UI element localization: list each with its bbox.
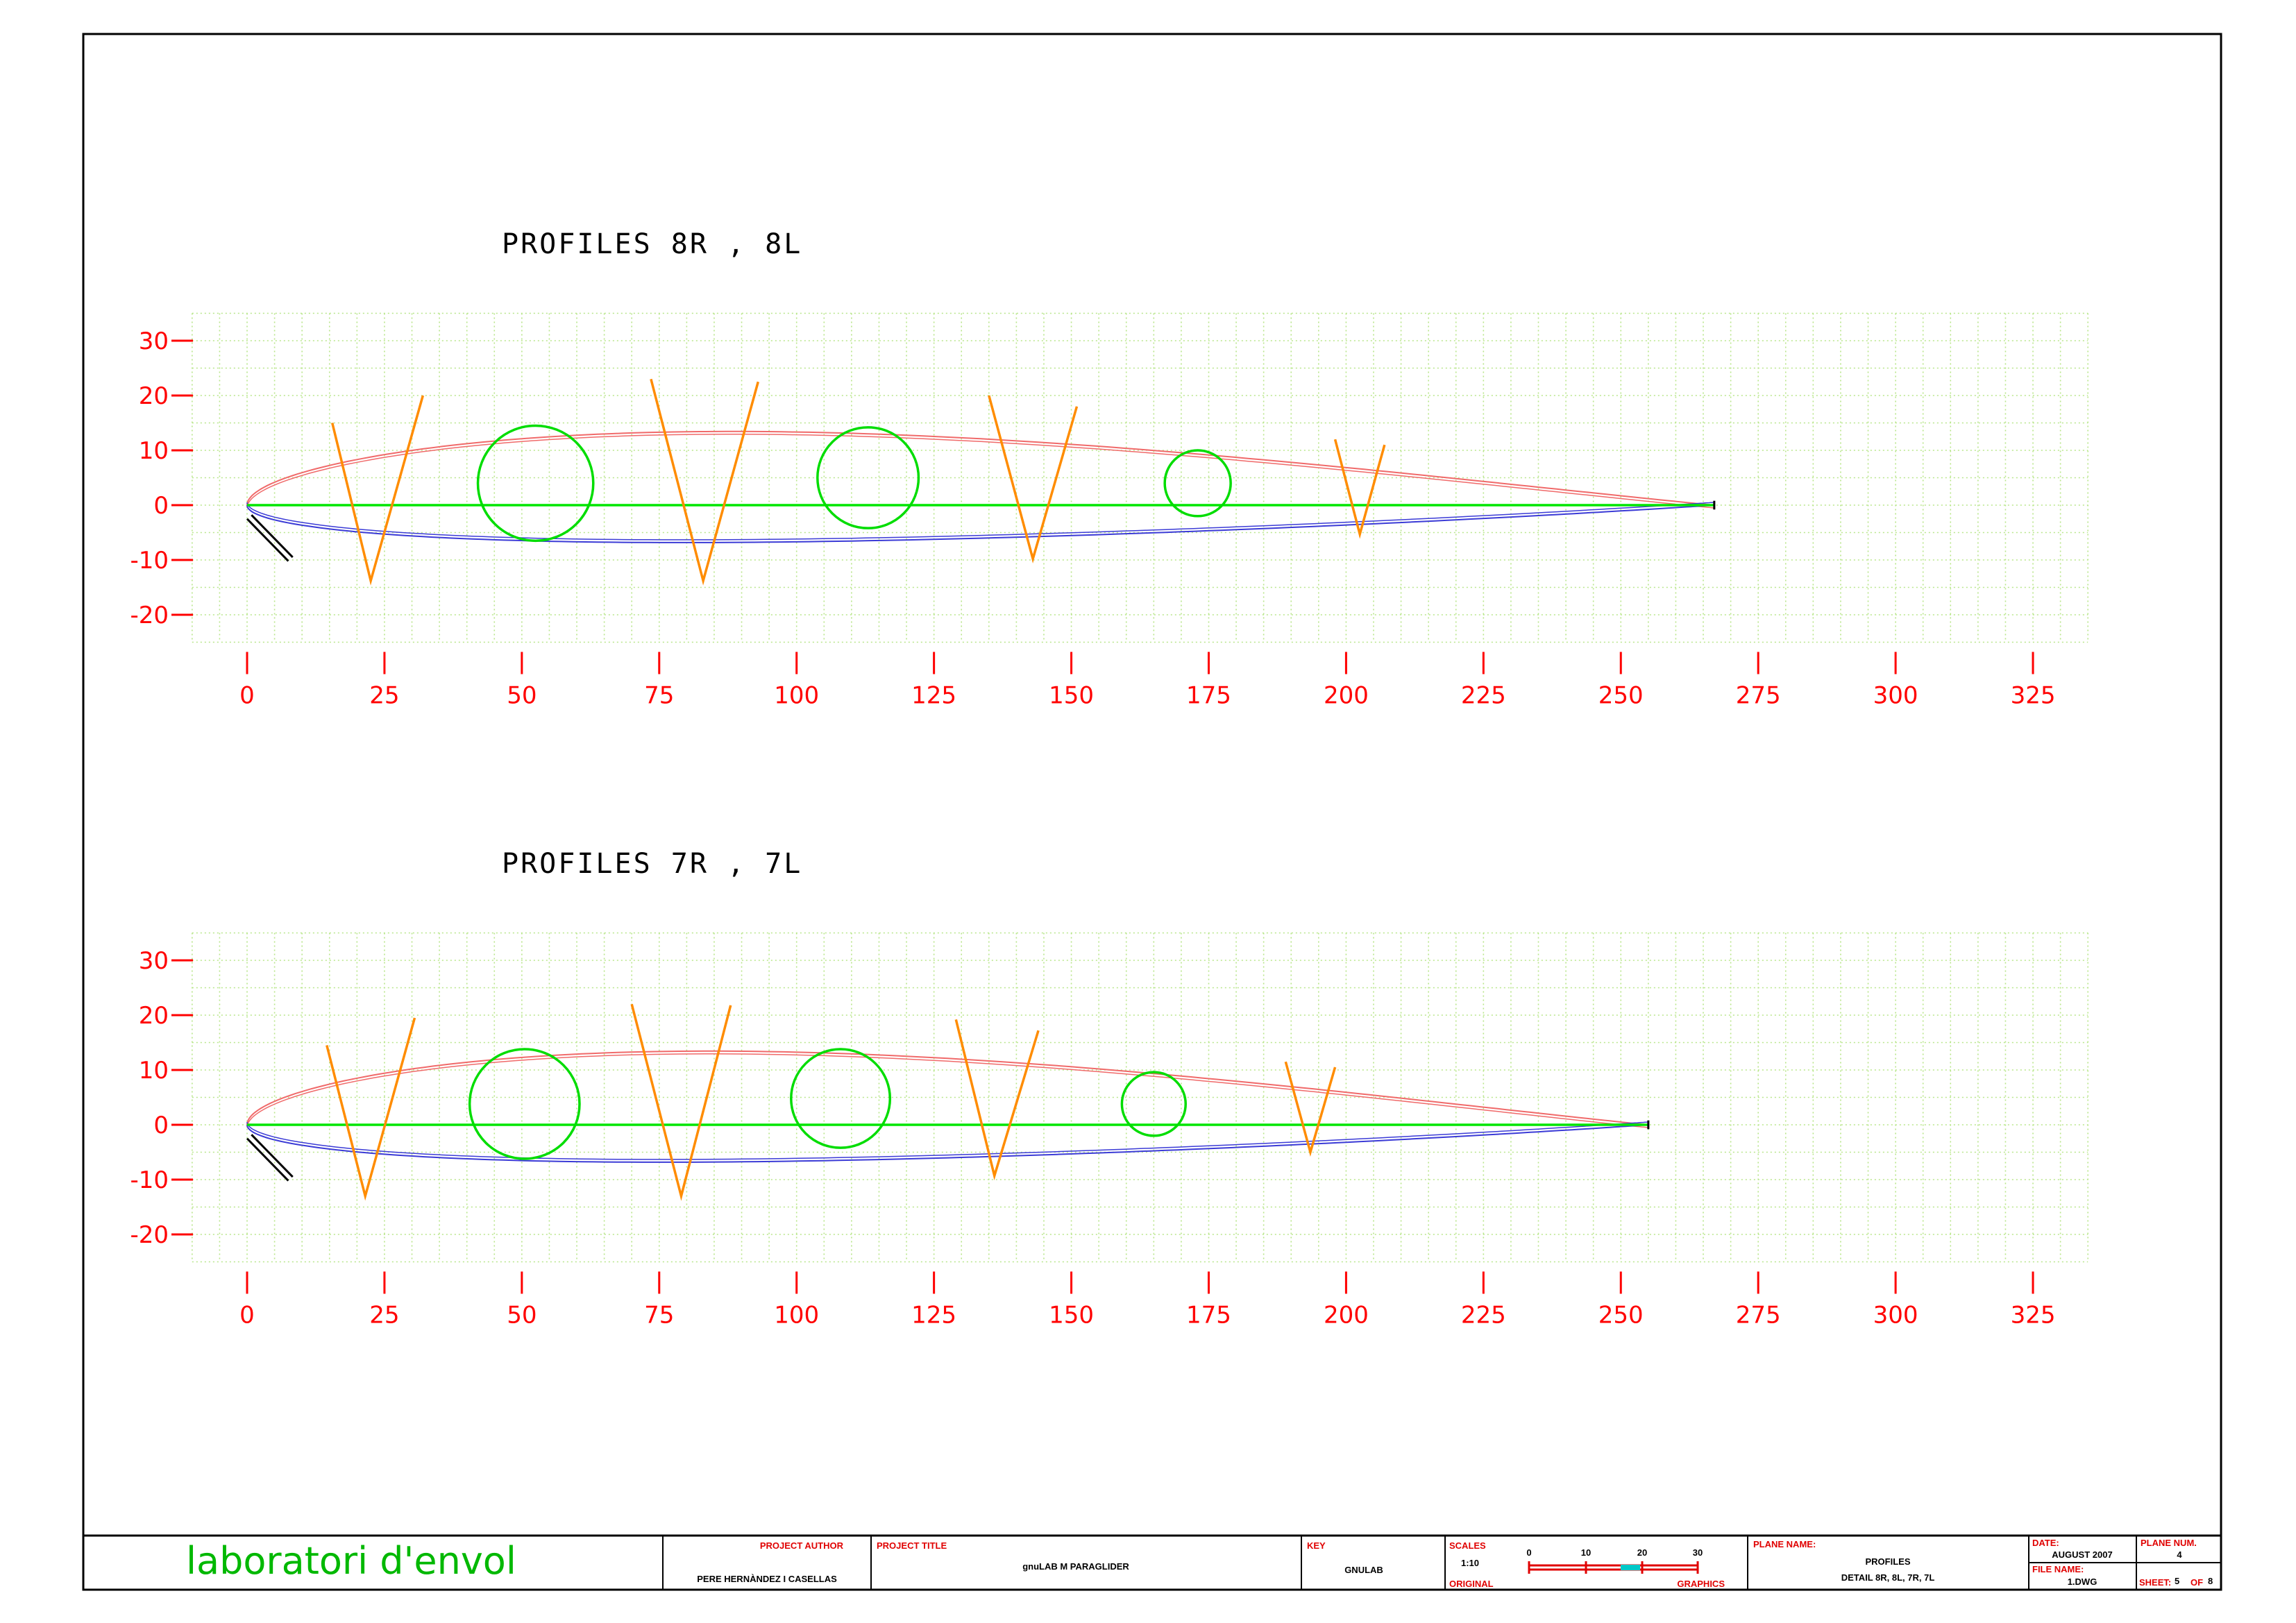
x-tick-label: 150 (1049, 1302, 1094, 1329)
drawing-sheet: PROFILES 8R , 8L 3020100-10-20 0 25 50 75 10… (82, 33, 2222, 1591)
plane-name-line-1: PROFILES (1865, 1556, 1910, 1567)
x-tick-label: 125 (911, 1302, 956, 1329)
upper-surface-outer (246, 1050, 1648, 1125)
air-intake-line (251, 1134, 294, 1178)
x-tick-label: 175 (1186, 1302, 1231, 1329)
x-tick-label: 325 (2011, 682, 2056, 710)
y-tick-label: 10 (139, 1057, 169, 1085)
file-name-value: 1.DWG (2068, 1577, 2097, 1587)
x-tick-label: 275 (1736, 1302, 1781, 1329)
x-tick-label: 225 (1461, 682, 1506, 710)
vent-hole-circle (468, 1048, 581, 1160)
x-tick-label: 200 (1324, 1302, 1369, 1329)
x-tick-label: 50 (507, 682, 537, 710)
x-tick-label: 25 (369, 682, 399, 710)
x-tick-label: 25 (369, 1302, 399, 1329)
y-tick-label: 20 (139, 1002, 169, 1030)
profile-title: PROFILES 8R , 8L (502, 228, 802, 260)
x-tick-label: 75 (644, 1302, 674, 1329)
brand-logo-text: laboratori d'envol (186, 1539, 516, 1583)
scale-value: 1:10 (1461, 1558, 1479, 1568)
author-value: PERE HERNÀNDEZ I CASELLAS (697, 1574, 837, 1584)
project-title-value: gnuLAB M PARAGLIDER (1022, 1561, 1129, 1572)
key-value: GNULAB (1344, 1565, 1383, 1575)
x-tick-label: 0 (239, 1302, 255, 1329)
air-intake-line (251, 514, 294, 559)
project-title-label: PROJECT TITLE (877, 1540, 947, 1551)
x-tick-label: 100 (774, 1302, 819, 1329)
key-label: KEY (1307, 1540, 1326, 1551)
x-tick-label: 325 (2011, 1302, 2056, 1329)
y-tick-label: 30 (139, 947, 169, 975)
y-axis-labels: 30 20 10 0 -10 -20 (130, 947, 193, 1249)
vent-hole-circle (790, 1048, 892, 1149)
lower-surface-outer (246, 504, 1714, 543)
profile-title: PROFILES 7R , 7L (502, 848, 802, 880)
scales-label: SCALES (1449, 1540, 1486, 1551)
x-tick-label: 200 (1324, 682, 1369, 710)
file-name-label: FILE NAME: (2032, 1564, 2084, 1574)
y-tick-label: 20 (139, 382, 169, 410)
y-tick-label: 0 (153, 1112, 169, 1139)
y-tick-label: -10 (130, 547, 169, 575)
plane-num-value: 4 (2177, 1549, 2182, 1560)
vent-hole-circle (476, 424, 595, 543)
x-tick-label: 250 (1598, 1302, 1644, 1329)
x-axis-labels: 0 25 50 75 100 125 150 175 200 225 250 275 300 325 (239, 652, 2055, 710)
scale-tick-label: 0 (1526, 1547, 1531, 1558)
x-tick-label: 150 (1049, 682, 1094, 710)
diagonal-rib (630, 1003, 732, 1201)
x-tick-label: 225 (1461, 1302, 1506, 1329)
lower-surface-outer (246, 1124, 1648, 1163)
y-tick-label: 30 (139, 328, 169, 355)
x-tick-label: 275 (1736, 682, 1781, 710)
title-block: laboratori d'envol PROJECT AUTHOR PERE H… (83, 1534, 2221, 1590)
y-tick-label: -10 (130, 1166, 169, 1194)
date-label: DATE: (2032, 1538, 2059, 1548)
original-label: ORIGINAL (1449, 1579, 1494, 1589)
y-tick-label: 0 (153, 492, 169, 520)
of-label: OF (2191, 1577, 2203, 1588)
scale-tick-label: 20 (1637, 1547, 1647, 1558)
x-tick-label: 250 (1598, 682, 1644, 710)
sheet-total: 8 (2208, 1576, 2213, 1586)
graphics-label: GRAPHICS (1677, 1579, 1725, 1589)
x-tick-label: 300 (1873, 682, 1918, 710)
upper-surface-inner (246, 1053, 1648, 1128)
plane-name-line-2: DETAIL 8R, 8L, 7R, 7L (1841, 1572, 1935, 1583)
grid (192, 312, 2088, 643)
x-axis-labels: 0 25 50 75 100 125 150 175 200 225 250 275 300 325 (239, 1271, 2056, 1329)
scale-tick-label: 10 (1581, 1547, 1591, 1558)
sheet-label: SHEET: (2139, 1577, 2171, 1588)
y-tick-label: -20 (130, 1221, 169, 1249)
x-tick-label: 100 (774, 682, 819, 710)
date-value: AUGUST 2007 (2052, 1549, 2112, 1560)
sheet-frame (82, 33, 2222, 1591)
x-tick-label: 75 (644, 682, 674, 710)
airfoil-shapes (246, 1003, 1650, 1201)
diagonal-rib (1284, 1061, 1337, 1157)
x-tick-label: 0 (239, 682, 255, 710)
diagonal-rib (326, 1017, 416, 1201)
lower-surface-inner (246, 1121, 1648, 1160)
scale-tick-label: 30 (1693, 1547, 1703, 1558)
grid (192, 932, 2088, 1263)
x-tick-label: 175 (1186, 682, 1231, 710)
sheet-number: 5 (2175, 1576, 2179, 1586)
plane-name-label: PLANE NAME: (1753, 1539, 1816, 1549)
y-tick-label: -20 (130, 602, 169, 629)
air-intake-line (246, 518, 289, 562)
y-tick-label: 10 (139, 437, 169, 465)
profile-drawing-7r-7l: PROFILES 7R , 7L 3020100-10-20 0 25 50 75 10… (130, 848, 2088, 1329)
author-label: PROJECT AUTHOR (760, 1540, 844, 1551)
x-tick-label: 125 (911, 682, 956, 710)
diagonal-rib (1333, 439, 1386, 539)
air-intake-line (246, 1137, 289, 1182)
x-tick-label: 300 (1873, 1302, 1918, 1329)
y-axis-labels: 30 20 10 0 -10 -20 (130, 328, 193, 629)
profile-drawing-8r-8l: PROFILES 8R , 8L 3020100-10-20 0 25 50 75 10… (130, 228, 2088, 710)
x-tick-label: 50 (507, 1302, 537, 1329)
graphic-scale-bar: 0 10 20 30 (1526, 1547, 1703, 1574)
plane-num-label: PLANE NUM. (2141, 1538, 2197, 1548)
